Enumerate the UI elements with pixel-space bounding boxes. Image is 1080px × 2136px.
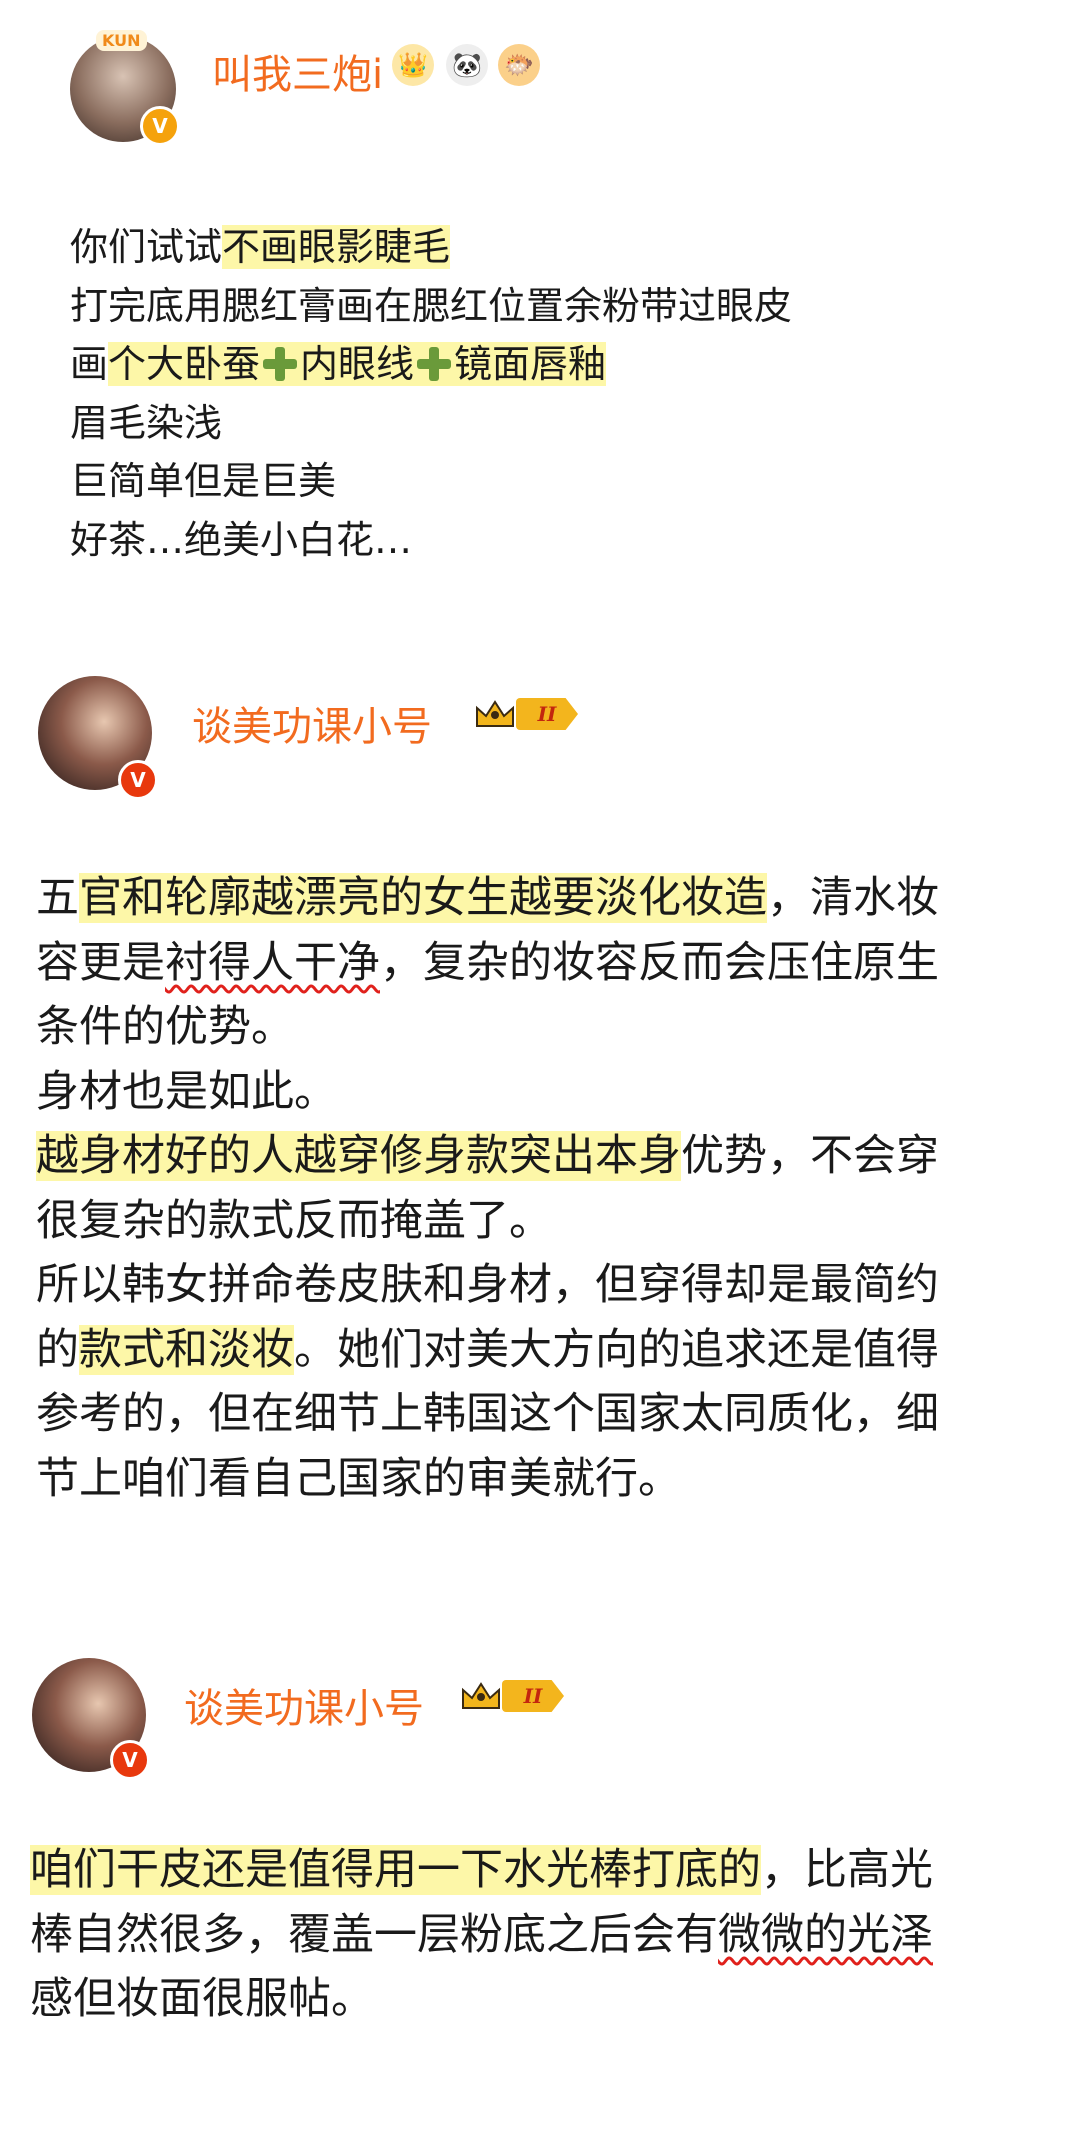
crown-icon bbox=[476, 700, 514, 727]
text-line: 参考的，但在细节上韩国这个国家太同质化，细 bbox=[36, 1389, 939, 1439]
text-line: 越身材好的人越穿修身款突出本身优势，不会穿 bbox=[36, 1131, 939, 1181]
comment-1: KUN V 叫我三炮i 👑 🐼 🐡 你们试试不画眼影睫毛 打完底用腮红膏画在腮红… bbox=[0, 0, 1080, 600]
verified-badge: V bbox=[140, 106, 180, 146]
crown-emoji-icon: 👑 bbox=[392, 44, 434, 86]
text-line: 棒自然很多，覆盖一层粉底之后会有微微的光泽 bbox=[30, 1909, 933, 1960]
username[interactable]: 叫我三炮i bbox=[212, 42, 383, 100]
panda-emoji-icon: 🐼 bbox=[446, 44, 488, 86]
text-line: 咱们干皮还是值得用一下水光棒打底的，比高光 bbox=[30, 1845, 933, 1895]
crown-icon bbox=[462, 1682, 500, 1709]
highlight: 越身材好的人越穿修身款突出本身 bbox=[36, 1131, 681, 1181]
puffer-fish-emoji-icon: 🐡 bbox=[498, 44, 540, 86]
text-line: 打完底用腮红膏画在腮红位置余粉带过眼皮 bbox=[70, 283, 793, 328]
text-line: 容更是衬得人干净，复杂的妆容反而会压住原生 bbox=[36, 937, 939, 988]
highlight: 咱们干皮还是值得用一下水光棒打底的 bbox=[30, 1845, 761, 1895]
wavy-underline: 衬得人干净 bbox=[165, 937, 380, 988]
highlight: 官和轮廓越漂亮的女生越要淡化妆造 bbox=[79, 873, 767, 923]
level-badge: II bbox=[516, 698, 578, 730]
text-line: 画个大卧蚕 内眼线 镜面唇釉 bbox=[70, 342, 607, 386]
comment-body: 五官和轮廓越漂亮的女生越要淡化妆造，清水妆 容更是衬得人干净，复杂的妆容反而会压… bbox=[36, 866, 1056, 1511]
avatar-tag: KUN bbox=[96, 30, 147, 51]
text-line: 眉毛染浅 bbox=[70, 400, 223, 445]
text-line: 条件的优势。 bbox=[36, 1002, 294, 1052]
highlight: 个大卧蚕 内眼线 镜面唇釉 bbox=[108, 342, 607, 386]
plus-icon bbox=[414, 344, 454, 384]
text-line: 节上咱们看自己国家的审美就行。 bbox=[36, 1453, 681, 1504]
text-line: 的款式和淡妆。她们对美大方向的追求还是值得 bbox=[36, 1324, 939, 1375]
comment-body: 你们试试不画眼影睫毛 打完底用腮红膏画在腮红位置余粉带过眼皮 画个大卧蚕 内眼线镜… bbox=[70, 218, 792, 569]
text-line: 五官和轮廓越漂亮的女生越要淡化妆造，清水妆 bbox=[36, 873, 939, 923]
verified-badge: V bbox=[118, 760, 158, 800]
wavy-underline: 微微的光泽 bbox=[718, 1909, 933, 1960]
comment-body: 咱们干皮还是值得用一下水光棒打底的，比高光 棒自然很多，覆盖一层粉底之后会有微微… bbox=[30, 1838, 1050, 2032]
username[interactable]: 谈美功课小号 bbox=[192, 694, 432, 752]
text-line: 好茶…绝美小白花… bbox=[70, 517, 413, 562]
comment-2: V 谈美功课小号 II 五官和轮廓越漂亮的女生越要淡化妆造，清水妆 容更是衬得人… bbox=[0, 670, 1080, 1610]
text-line: 身材也是如此。 bbox=[36, 1066, 337, 1117]
comment-3: V 谈美功课小号 II 咱们干皮还是值得用一下水光棒打底的，比高光 棒自然很多，… bbox=[0, 1640, 1080, 2060]
plus-icon bbox=[260, 344, 300, 384]
text-line: 很复杂的款式反而掩盖了。 bbox=[36, 1195, 552, 1246]
username[interactable]: 谈美功课小号 bbox=[184, 1676, 424, 1734]
verified-badge: V bbox=[110, 1740, 150, 1780]
text-line: 你们试试不画眼影睫毛 bbox=[70, 225, 451, 269]
highlight: 款式和淡妆 bbox=[79, 1324, 294, 1375]
text-line: 所以韩女拼命卷皮肤和身材，但穿得却是最简约 bbox=[36, 1260, 939, 1310]
text-line: 巨简单但是巨美 bbox=[70, 459, 337, 503]
level-badge: II bbox=[502, 1680, 564, 1712]
text-line: 感但妆面很服帖。 bbox=[30, 1974, 374, 2024]
highlight: 不画眼影睫毛 bbox=[222, 225, 451, 269]
